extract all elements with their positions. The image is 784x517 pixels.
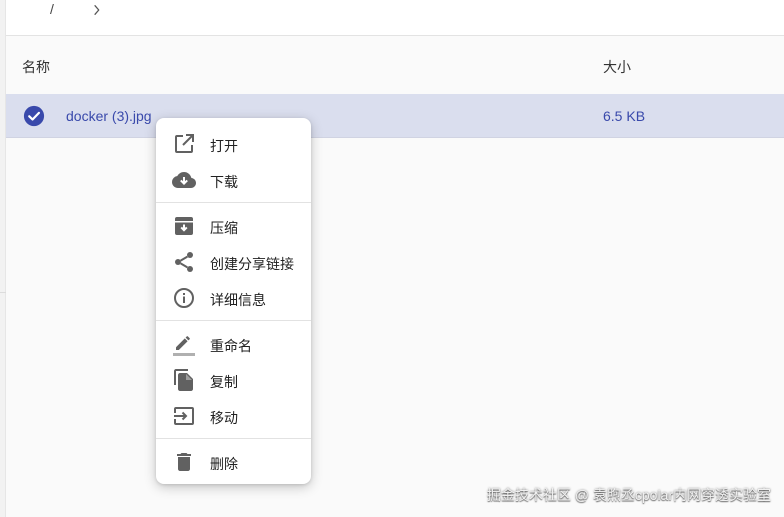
menu-item-label: 删除 [210,456,238,472]
file-size: 6.5 KB [603,108,646,124]
delete-icon [177,453,191,471]
file-browser-panel: / 名称 大小 docker (3).jpg 6.5 KB [6,0,784,517]
menu-item-label: 移动 [210,410,238,426]
breadcrumb: / [6,0,784,36]
info-icon [174,288,194,308]
table-row[interactable]: docker (3).jpg 6.5 KB [6,94,784,138]
chevron-right-icon[interactable] [90,3,104,17]
check-circle-icon[interactable] [23,105,45,127]
file-name[interactable]: docker (3).jpg [66,108,152,124]
menu-item-move[interactable]: 移动 [156,398,311,434]
menu-divider [156,438,311,439]
menu-item-details[interactable]: 详细信息 [156,280,311,316]
copy-icon [174,369,193,391]
menu-item-share-link[interactable]: 创建分享链接 [156,244,311,280]
menu-item-label: 重命名 [210,338,252,354]
share-icon [175,252,193,272]
column-header-size[interactable]: 大小 [603,57,631,77]
menu-item-label: 下载 [210,174,238,190]
menu-item-copy[interactable]: 复制 [156,362,311,398]
watermark-text: 掘金技术社区 @ 袁煦丞cpolar内网穿透实验室 [486,487,771,503]
breadcrumb-root[interactable]: / [50,1,54,17]
menu-item-label: 打开 [210,138,238,154]
menu-item-delete[interactable]: 删除 [156,444,311,480]
menu-item-label: 压缩 [210,220,238,236]
move-icon [174,407,194,425]
menu-item-label: 复制 [210,374,238,390]
context-menu: 打开 下载 压缩 创建分享链接 详细信息 重命名 复制 移动 删除 [156,118,311,484]
archive-icon [175,217,193,235]
menu-divider [156,320,311,321]
menu-item-label: 详细信息 [210,292,266,308]
cloud-download-icon [172,172,196,188]
open-in-new-icon [175,134,194,153]
menu-divider [156,202,311,203]
menu-item-open[interactable]: 打开 [156,126,311,162]
menu-item-label: 创建分享链接 [210,256,294,272]
column-header-name[interactable]: 名称 [22,57,50,77]
menu-item-compress[interactable]: 压缩 [156,208,311,244]
rename-pencil-icon [173,336,195,356]
table-header: 名称 大小 [6,37,784,94]
menu-item-download[interactable]: 下载 [156,162,311,198]
menu-item-rename[interactable]: 重命名 [156,326,311,362]
